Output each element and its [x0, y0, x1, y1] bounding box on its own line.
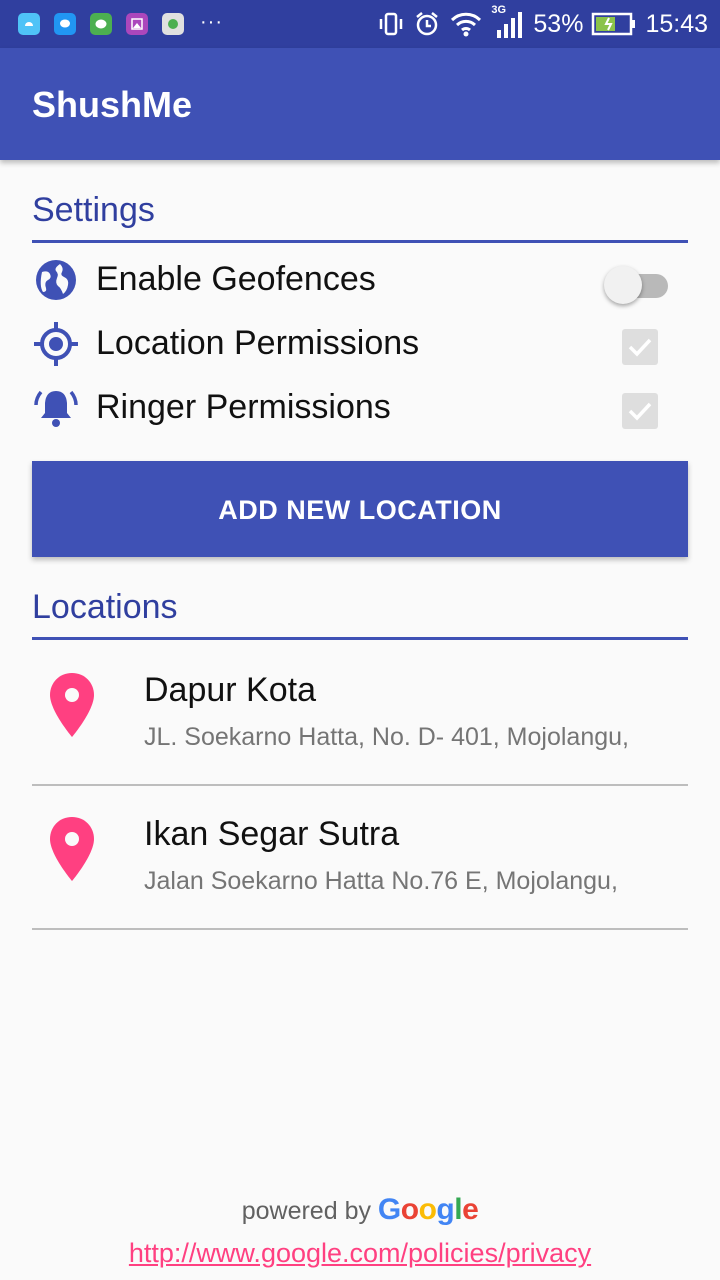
- privacy-policy-link[interactable]: http://www.google.com/policies/privacy: [0, 1238, 720, 1269]
- whatsapp-icon: [162, 13, 184, 35]
- setting-label: Location Permissions: [96, 324, 420, 362]
- locations-title: Locations: [32, 588, 178, 626]
- battery-percentage: 53%: [533, 9, 584, 38]
- notification-icons: ···: [18, 11, 223, 35]
- messages-icon: [54, 13, 76, 35]
- add-new-location-button[interactable]: ADD NEW LOCATION: [32, 461, 688, 557]
- ringer-permissions-checkbox[interactable]: [622, 393, 658, 429]
- globe-icon: [36, 260, 76, 300]
- alarm-icon: [416, 12, 439, 36]
- geofences-toggle[interactable]: [604, 264, 668, 304]
- clock: 15:43: [645, 9, 708, 38]
- location-name: Dapur Kota: [144, 671, 316, 709]
- app-bar: ShushMe: [0, 48, 720, 160]
- map-pin-icon: [50, 817, 94, 881]
- more-notifications-icon: ···: [200, 11, 223, 33]
- google-logo: Google: [377, 1193, 479, 1226]
- status-indicators: 3G 53% 15:43: [377, 4, 708, 40]
- wifi-icon: [451, 12, 482, 37]
- settings-title: Settings: [32, 191, 155, 229]
- powered-by-label: powered by: [241, 1197, 371, 1225]
- battery-charging-icon: [592, 12, 636, 36]
- setting-label: Enable Geofences: [96, 260, 376, 298]
- checkmark-icon: [628, 338, 652, 357]
- location-item[interactable]: Ikan Segar Sutra Jalan Soekarno Hatta No…: [32, 785, 688, 930]
- location-item[interactable]: Dapur Kota JL. Soekarno Hatta, No. D- 40…: [32, 641, 688, 786]
- map-pin-icon: [50, 673, 94, 737]
- setting-ringer-permissions[interactable]: Ringer Permissions: [32, 376, 688, 436]
- toggle-thumb: [604, 266, 642, 304]
- setting-label: Ringer Permissions: [96, 388, 391, 426]
- checkmark-icon: [628, 402, 652, 421]
- app-title: ShushMe: [32, 84, 193, 125]
- location-address: Jalan Soekarno Hatta No.76 E, Mojolangu,: [144, 867, 618, 895]
- setting-enable-geofences[interactable]: Enable Geofences: [32, 248, 688, 308]
- status-bar: ··· 3G 53% 15:43: [0, 0, 720, 48]
- settings-divider: [32, 240, 688, 243]
- location-permissions-checkbox[interactable]: [622, 329, 658, 365]
- gallery-icon: [126, 13, 148, 35]
- locations-divider: [32, 637, 688, 640]
- location-name: Ikan Segar Sutra: [144, 815, 400, 853]
- vibrate-icon: [380, 12, 403, 36]
- line-icon: [90, 13, 112, 35]
- setting-location-permissions[interactable]: Location Permissions: [32, 312, 688, 372]
- gps-target-icon: [34, 322, 78, 366]
- powered-by-google: powered by Google: [0, 1193, 720, 1227]
- ringing-bell-icon: [34, 390, 78, 427]
- signal-icon: 3G: [491, 4, 525, 40]
- android-icon: [18, 13, 40, 35]
- location-address: JL. Soekarno Hatta, No. D- 401, Mojolang…: [144, 723, 629, 751]
